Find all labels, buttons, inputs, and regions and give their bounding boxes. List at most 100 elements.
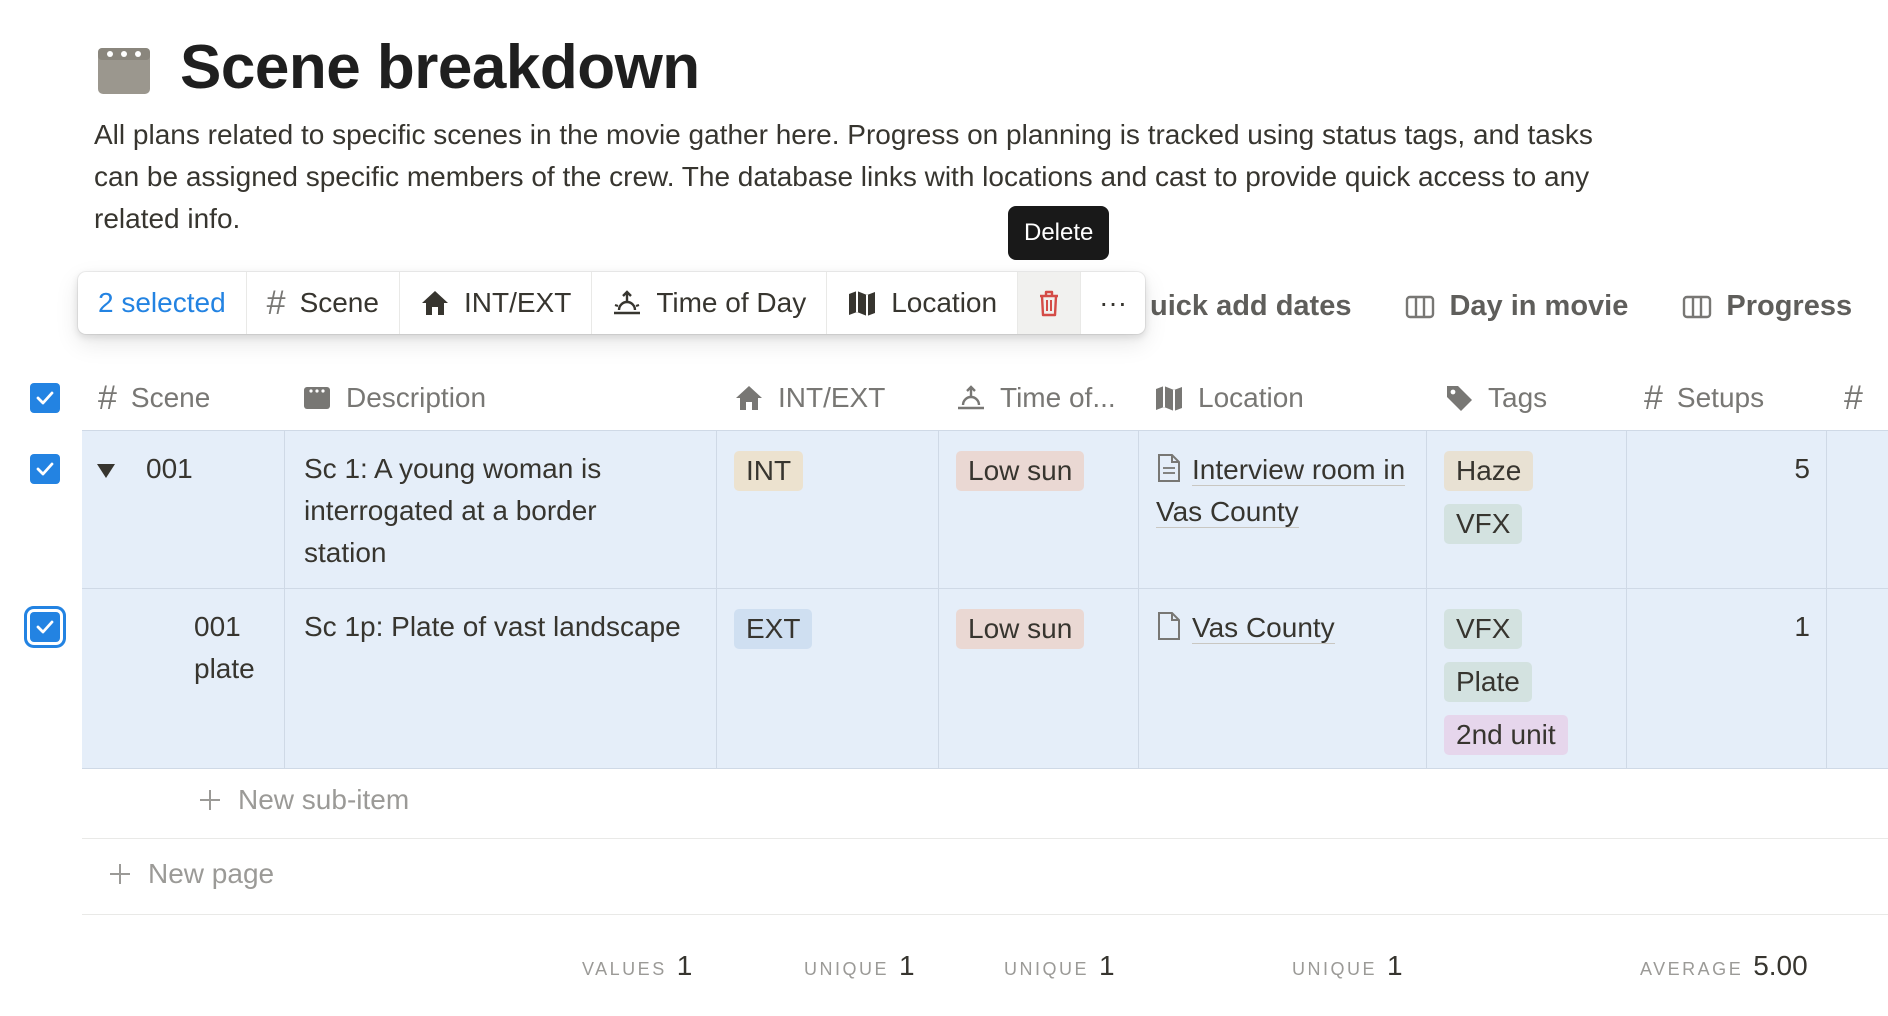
column-header-int-ext[interactable]: INT/EXT (734, 366, 885, 430)
scene-cell[interactable]: 001 (146, 448, 193, 490)
column-divider (1626, 430, 1627, 768)
hash-icon: # (1644, 378, 1663, 417)
selected-count-button[interactable]: 2 selected (78, 272, 247, 334)
delete-button[interactable] (1018, 272, 1082, 334)
tag: VFX (1444, 609, 1523, 649)
column-label: INT/EXT (778, 382, 886, 413)
document-icon (1158, 454, 1180, 482)
table-header: # Scene Description INT/EXT Time of... L… (0, 366, 1888, 430)
time-of-day-cell[interactable]: Low sun (956, 450, 1085, 503)
location-cell[interactable]: Vas County (1156, 607, 1412, 649)
column-header-time-of-day[interactable]: Time of... (956, 366, 1116, 430)
toolbar-time-of-day-button[interactable]: Time of Day (592, 272, 828, 334)
column-divider (1826, 430, 1827, 768)
time-of-day-tag: Low sun (956, 609, 1085, 649)
new-sub-item-label: New sub-item (238, 784, 410, 815)
columns-icon (1683, 295, 1712, 318)
int-ext-tag: EXT (734, 609, 813, 649)
calc-setups[interactable]: AVERAGE 5.00 (1640, 950, 1808, 982)
divider (82, 914, 1888, 915)
row-checkbox[interactable] (30, 454, 60, 484)
new-page-button[interactable]: New page (108, 858, 274, 890)
column-header-location[interactable]: Location (1154, 366, 1304, 430)
tags-cell[interactable]: Haze VFX (1444, 450, 1614, 556)
trash-icon (1040, 290, 1059, 317)
location-cell[interactable]: Interview room in Vas County (1156, 449, 1412, 533)
day-in-movie-button[interactable]: Day in movie (1405, 290, 1628, 323)
time-of-day-tag: Low sun (956, 451, 1085, 491)
column-label: Scene (130, 382, 211, 413)
plus-icon (110, 864, 130, 884)
page-description[interactable]: All plans related to specific scenes in … (94, 114, 1634, 240)
int-ext-tag: INT (734, 451, 804, 491)
tags-cell[interactable]: VFX Plate 2nd unit (1444, 608, 1614, 767)
tag: Plate (1444, 662, 1532, 702)
select-all-checkbox[interactable] (30, 383, 60, 413)
hash-icon: # (1844, 378, 1863, 417)
column-label: Setups (1676, 382, 1765, 413)
quick-add-dates-button[interactable]: uick add dates (1150, 290, 1351, 323)
more-icon: ··· (1099, 287, 1128, 318)
location-link[interactable]: Interview room in Vas County (1156, 454, 1406, 528)
progress-button[interactable]: Progress (1682, 290, 1852, 323)
calc-value: 1 (899, 950, 915, 981)
toolbar-location-button[interactable]: Location (827, 272, 1019, 334)
quick-add-dates-label: uick add dates (1150, 290, 1352, 322)
int-ext-cell[interactable]: INT (734, 450, 804, 503)
toolbar-time-of-day-label: Time of Day (656, 287, 807, 318)
document-icon (1158, 612, 1180, 640)
setups-cell[interactable]: 5 (1644, 448, 1810, 490)
location-link[interactable]: Vas County (1192, 612, 1335, 644)
toolbar-scene-button[interactable]: # Scene (247, 272, 400, 334)
calc-label: UNIQUE (1292, 959, 1378, 979)
sunrise-icon (958, 385, 984, 410)
calc-int-ext[interactable]: UNIQUE 1 (804, 950, 915, 982)
description-cell[interactable]: Sc 1: A young woman is interrogated at a… (304, 448, 684, 574)
clapperboard-icon[interactable] (96, 46, 152, 96)
check-icon (36, 391, 54, 405)
hash-icon: # (266, 283, 286, 322)
map-icon (1156, 386, 1182, 411)
more-actions-button[interactable]: ··· (1081, 272, 1145, 334)
check-icon (36, 462, 54, 476)
column-header-setups[interactable]: # Setups (1644, 366, 1764, 430)
triangle-down-icon (97, 464, 115, 478)
tag: 2nd unit (1444, 715, 1568, 755)
toolbar-int-ext-button[interactable]: INT/EXT (400, 272, 593, 334)
scene-cell[interactable]: 001 plate (194, 606, 274, 690)
plus-icon (200, 790, 220, 810)
divider (82, 838, 1888, 839)
clapperboard-icon (304, 387, 330, 409)
selection-toolbar: 2 selected # Scene INT/EXT Time of Day L… (78, 272, 1146, 334)
column-header-tags[interactable]: Tags (1444, 366, 1547, 430)
expand-toggle[interactable] (96, 449, 116, 491)
page-title[interactable]: Scene breakdown (180, 32, 700, 103)
calc-time-of-day[interactable]: UNIQUE 1 (1004, 950, 1115, 982)
column-divider (1138, 430, 1139, 768)
house-icon (421, 291, 448, 315)
column-header-description[interactable]: Description (302, 366, 486, 430)
sunrise-icon (614, 290, 641, 315)
tag-icon (1447, 386, 1472, 411)
column-header-scene[interactable]: # Scene (98, 366, 210, 430)
new-sub-item-button[interactable]: New sub-item (198, 784, 409, 816)
time-of-day-cell[interactable]: Low sun (956, 608, 1085, 661)
column-label: Tags (1488, 382, 1548, 413)
row-checkbox[interactable] (30, 612, 60, 642)
selected-count-label: 2 selected (98, 287, 226, 318)
view-actions: uick add dates Day in movie Progress (1150, 290, 1888, 323)
setups-cell[interactable]: 1 (1644, 606, 1810, 648)
columns-icon (1406, 295, 1435, 318)
column-label: Description (346, 382, 487, 413)
tag: VFX (1444, 504, 1523, 544)
calc-description[interactable]: VALUES 1 (582, 950, 692, 982)
divider (82, 768, 1888, 769)
calc-location[interactable]: UNIQUE 1 (1292, 950, 1403, 982)
description-cell[interactable]: Sc 1p: Plate of vast landscape (304, 606, 684, 648)
int-ext-cell[interactable]: EXT (734, 608, 813, 661)
calc-value: 1 (1099, 950, 1115, 981)
calc-value: 1 (676, 950, 693, 981)
delete-tooltip: Delete (1008, 206, 1110, 260)
column-header-extra[interactable]: # (1844, 366, 1863, 430)
progress-label: Progress (1726, 290, 1853, 322)
